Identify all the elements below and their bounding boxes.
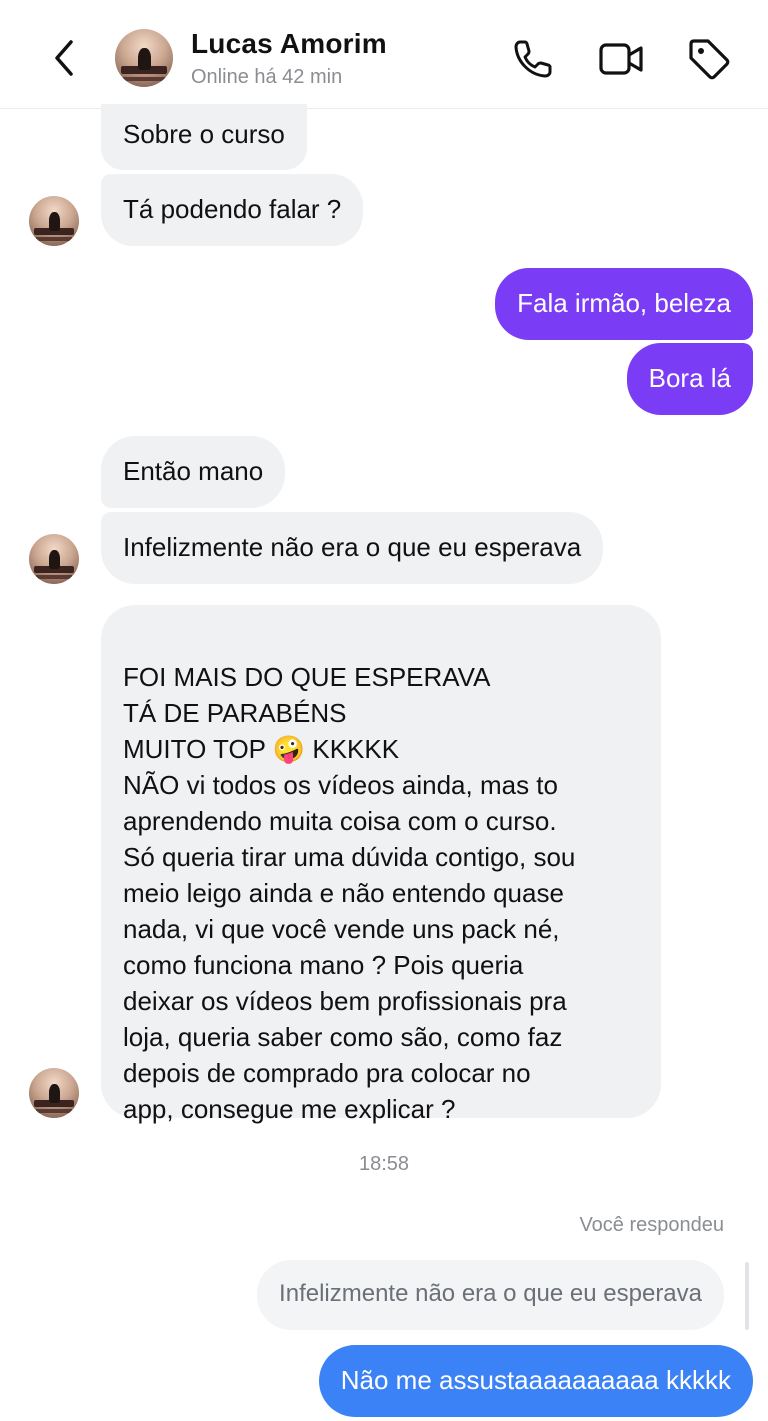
contact-status: Online há 42 min [191,66,343,88]
contact-avatar-small[interactable] [29,196,79,246]
message-text: Infelizmente não era o que eu esperava [123,532,582,562]
outgoing-message[interactable]: Fala irmão, beleza [495,268,753,340]
avatar-person-shape [49,212,60,231]
message-timestamp: 18:58 [358,1153,410,1175]
incoming-message[interactable]: Infelizmente não era o que eu esperava [101,512,604,584]
avatar-person-shape [49,1084,60,1103]
message-text: FOI MAIS DO QUE ESPERAVA TÁ DE PARABÉNS … [123,662,576,1124]
message-text: Bora lá [648,363,731,393]
quote-indicator-bar [745,1262,749,1330]
avatar-bench-base-shape [36,1109,72,1113]
incoming-message[interactable]: Sobre o curso [101,104,307,170]
avatar-bench-base-shape [36,237,72,241]
video-camera-icon [599,43,643,75]
incoming-message[interactable]: Então mano [101,436,286,508]
avatar-person-shape [138,47,151,70]
reply-label: Você respondeu [579,1214,724,1236]
message-text: Fala irmão, beleza [517,288,731,318]
call-button[interactable] [510,36,556,82]
chat-header: Lucas Amorim Online há 42 min [0,0,768,109]
back-chevron-icon [55,40,73,76]
video-call-button[interactable] [598,36,644,82]
message-text: Não me assustaaaaaaaaaa kkkkk [340,1365,731,1395]
avatar-person-shape [49,550,60,569]
outgoing-reply-message[interactable]: Não me assustaaaaaaaaaa kkkkk [318,1345,753,1417]
message-text: Tá podendo falar ? [123,194,342,224]
avatar-bench-base-shape [36,575,72,579]
tag-icon [689,39,730,80]
quoted-message[interactable]: Infelizmente não era o que eu esperava [257,1260,724,1330]
contact-name[interactable]: Lucas Amorim [191,28,387,60]
incoming-message[interactable]: Tá podendo falar ? [101,174,364,246]
contact-avatar-small[interactable] [29,534,79,584]
quoted-text: Infelizmente não era o que eu esperava [279,1280,702,1307]
back-button[interactable] [42,36,86,80]
contact-avatar-small[interactable] [29,1068,79,1118]
outgoing-message[interactable]: Bora lá [626,343,753,415]
phone-icon [514,40,552,78]
message-text: Sobre o curso [123,119,285,149]
avatar-bench-base-shape [123,76,165,82]
message-text: Então mano [123,456,264,486]
incoming-message-long[interactable]: FOI MAIS DO QUE ESPERAVA TÁ DE PARABÉNS … [101,605,661,1124]
tag-button[interactable] [686,36,732,82]
contact-avatar[interactable] [115,29,173,87]
